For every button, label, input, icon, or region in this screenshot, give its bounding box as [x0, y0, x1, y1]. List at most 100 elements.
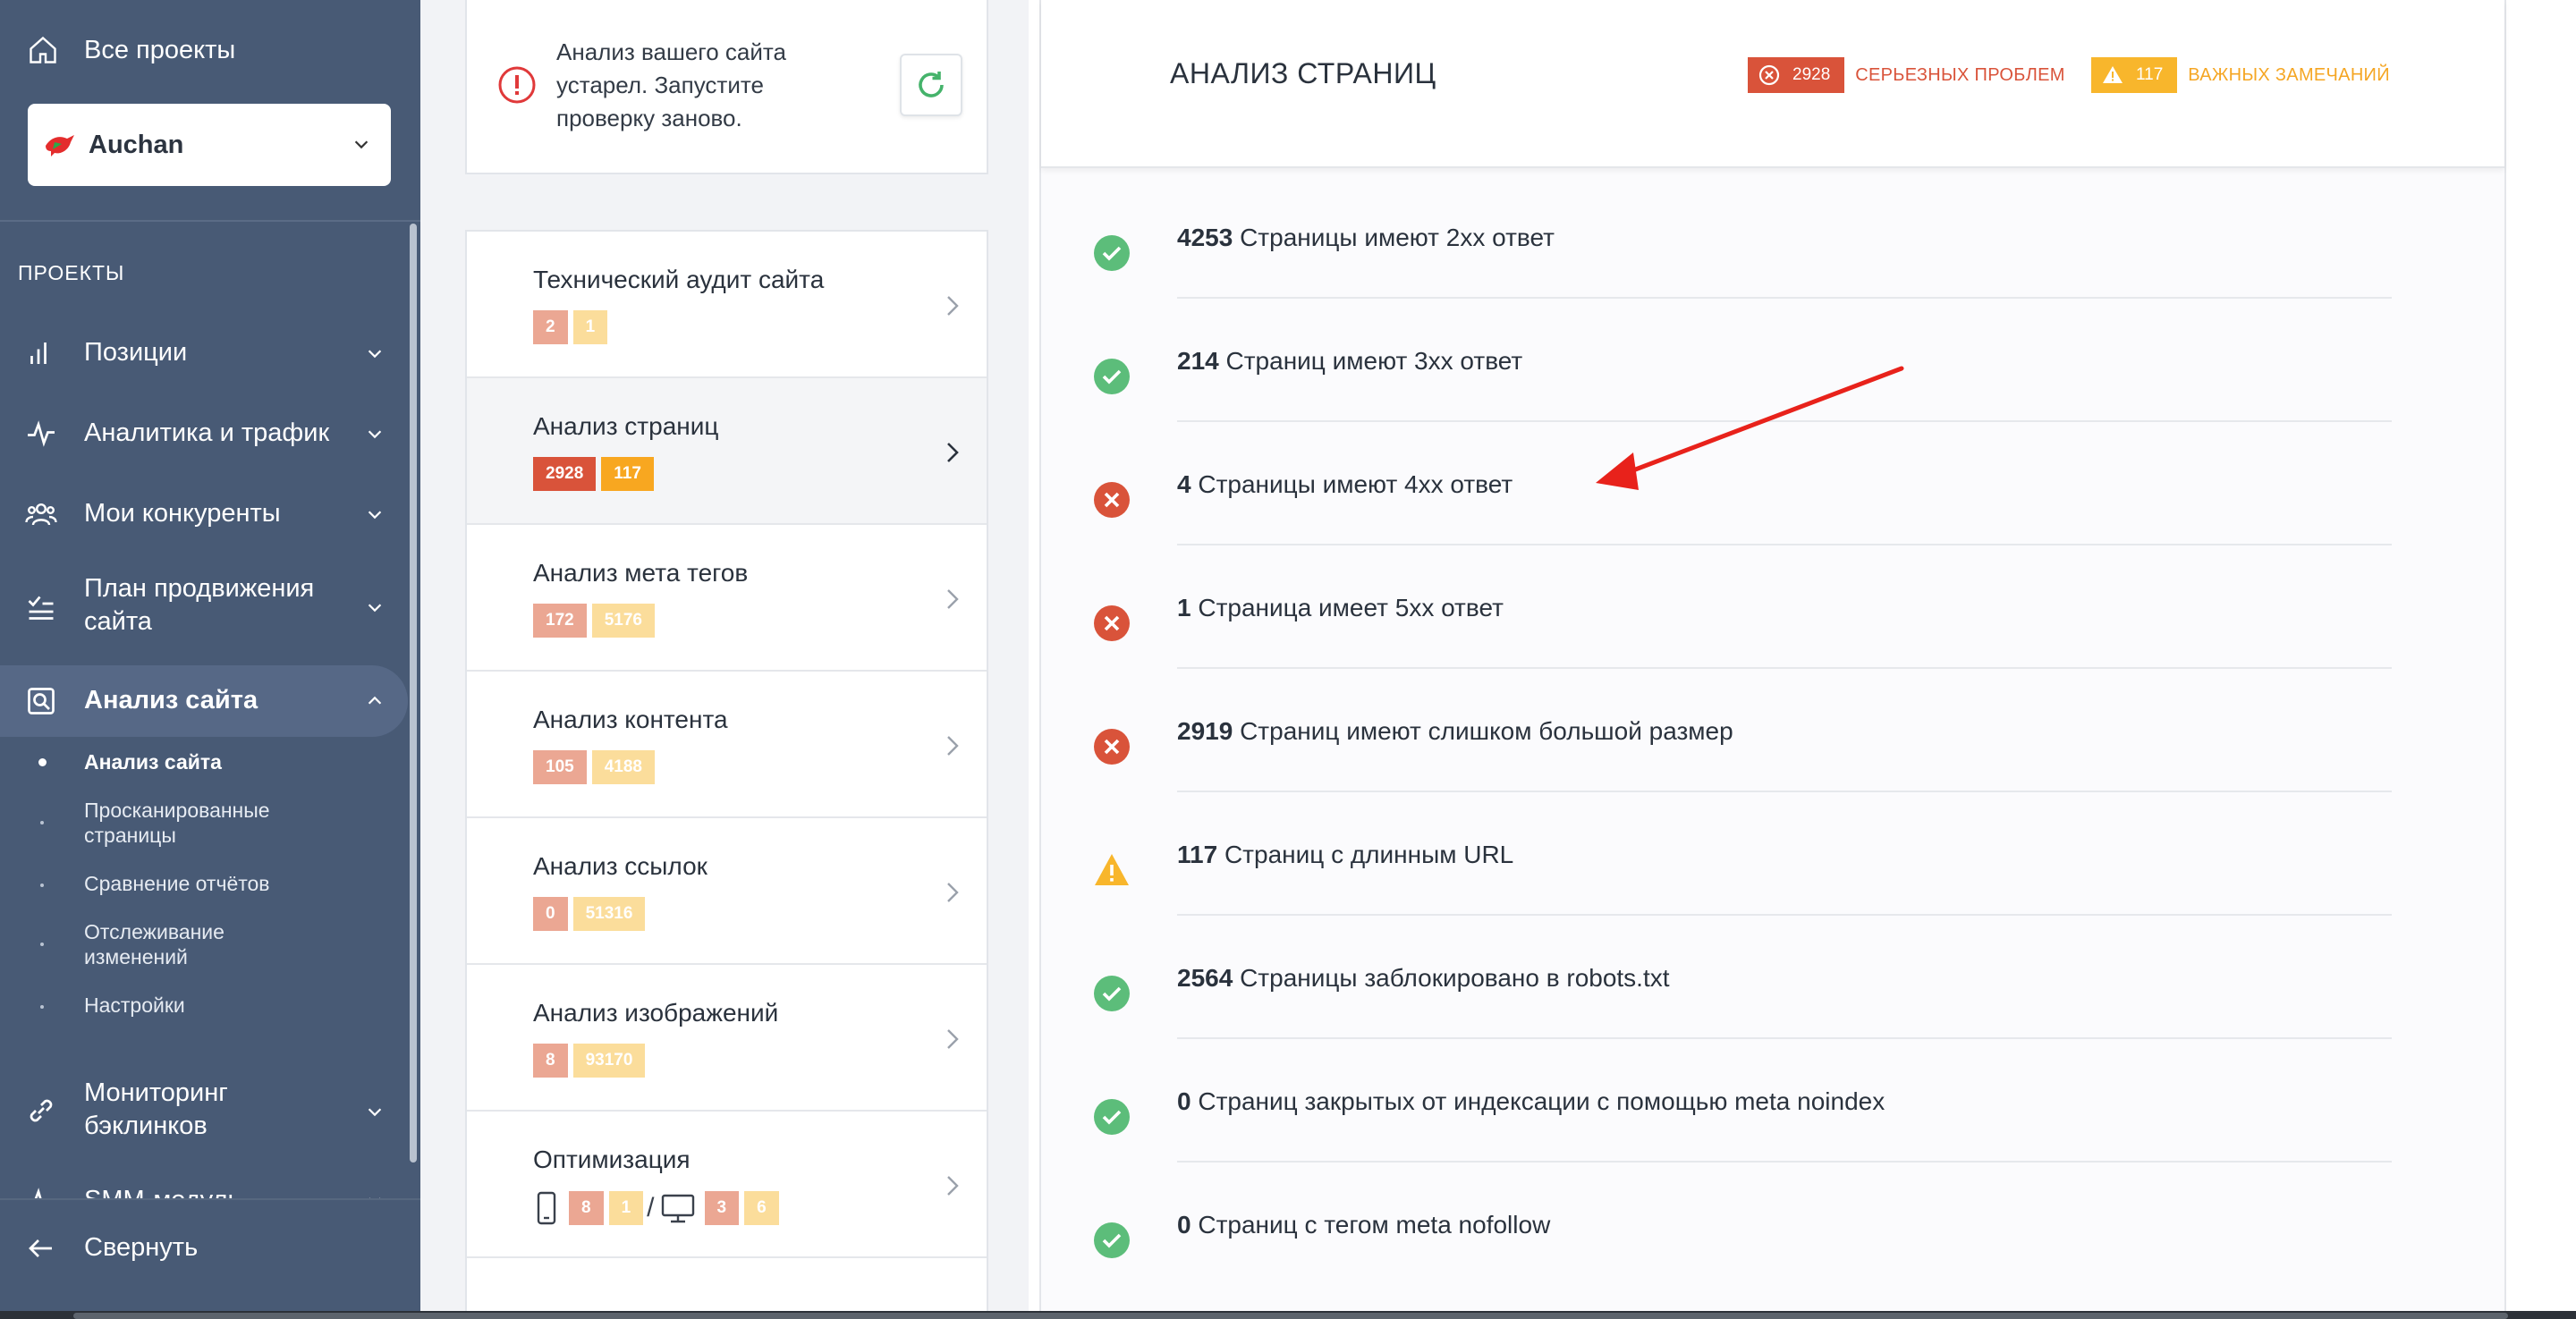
users-icon	[25, 503, 57, 526]
audit-cards: Технический аудит сайта 2 1 Анализ стран…	[465, 230, 988, 1313]
device-separator: /	[647, 1193, 655, 1222]
success-check-icon	[1094, 235, 1130, 271]
scrollbar-thumb[interactable]	[73, 1313, 2508, 1319]
check-label: Страниц имеют слишком большой размер	[1240, 717, 1733, 745]
bullet	[40, 1005, 44, 1009]
nav-item-site-analysis[interactable]: Анализ сайта	[0, 665, 408, 737]
check-row-text: 214 Страниц имеют 3xx ответ	[1177, 347, 1522, 376]
card-title: Технический аудит сайта	[533, 266, 825, 293]
nav-item-analytics[interactable]: Аналитика и трафик	[0, 411, 408, 456]
warning-count-badge: 4188	[591, 750, 655, 784]
check-row-3xx[interactable]: 214 Страниц имеют 3xx ответ	[1041, 347, 2392, 481]
horizontal-scrollbar[interactable]	[0, 1311, 2576, 1319]
bullet	[38, 758, 47, 766]
bullet	[40, 821, 44, 824]
card-content[interactable]: Анализ контента 105 4188	[467, 672, 987, 818]
chevron-right-icon	[947, 296, 959, 316]
check-row-text: 1 Страница имеет 5xx ответ	[1177, 594, 1504, 622]
card-images[interactable]: Анализ изображений 8 93170	[467, 965, 987, 1112]
chevron-down-icon	[354, 140, 369, 149]
check-label: Страниц с длинным URL	[1224, 841, 1514, 868]
warning-count-badge: 5176	[591, 604, 655, 638]
error-count-badge: 2	[533, 310, 568, 344]
card-badges: 8 93170	[533, 1044, 650, 1078]
warning-count-badge: 1	[572, 310, 608, 344]
nav-item-promotion-plan[interactable]: План продвижения сайта	[0, 569, 408, 644]
check-row-noindex[interactable]: 0 Страниц закрытых от индексации с помощ…	[1041, 1087, 2392, 1222]
error-x-icon	[1094, 729, 1130, 765]
check-row-4xx[interactable]: 4 Страницы имеют 4xx ответ	[1041, 470, 2392, 605]
bullet	[40, 943, 44, 946]
card-title: Оптимизация	[533, 1146, 691, 1173]
rerun-analysis-button[interactable]	[900, 54, 962, 116]
pulse-icon	[28, 420, 55, 447]
subnav-label: Настройки	[84, 993, 185, 1017]
alert-circle-icon	[498, 66, 536, 104]
success-check-icon	[1094, 1222, 1130, 1258]
sidebar-header: Все проекты Auchan	[0, 0, 420, 222]
card-next[interactable]	[467, 1258, 987, 1313]
sidebar-scrollbar[interactable]	[410, 224, 417, 1163]
check-count: 117	[1177, 841, 1218, 868]
check-count: 2564	[1177, 964, 1233, 992]
card-meta-tags[interactable]: Анализ мета тегов 172 5176	[467, 525, 987, 672]
important-label: ВАЖНЫХ ЗАМЕЧАНИЙ	[2188, 64, 2390, 85]
bar-chart-icon	[30, 342, 47, 364]
subnav-track-changes[interactable]: Отслеживание изменений	[0, 919, 408, 971]
check-row-text: 4253 Страницы имеют 2xx ответ	[1177, 224, 1555, 252]
sidebar: Все проекты Auchan ПРОЕКТЫ Позиции Анали…	[0, 0, 420, 1311]
card-badges: 105 4188	[533, 750, 660, 784]
error-count-badge: 2928	[533, 457, 597, 491]
check-count: 0	[1177, 1211, 1191, 1239]
nav-item-label: Позиции	[84, 338, 188, 367]
error-count-badge: 172	[533, 604, 587, 638]
chevron-right-icon	[947, 736, 959, 756]
subnav-compare-reports[interactable]: Сравнение отчётов	[0, 871, 408, 898]
outdated-analysis-alert: Анализ вашего сайта устарел. Запустите п…	[465, 0, 988, 174]
chevron-up-icon	[368, 696, 382, 705]
card-title: Анализ страниц	[533, 412, 719, 440]
check-row-text: 0 Страниц закрытых от индексации с помощ…	[1177, 1087, 1885, 1116]
collapse-sidebar-button[interactable]: Свернуть	[0, 1222, 408, 1275]
panel-title: АНАЛИЗ СТРАНИЦ	[1170, 57, 1436, 89]
card-badges: 172 5176	[533, 604, 660, 638]
card-technical-audit[interactable]: Технический аудит сайта 2 1	[467, 232, 987, 378]
check-row-large-pages[interactable]: 2919 Страниц имеют слишком большой разме…	[1041, 717, 2392, 851]
panel-header: АНАЛИЗ СТРАНИЦ 2928 СЕРЬЕЗНЫХ ПРОБЛЕМ 11…	[1041, 0, 2504, 168]
serious-problems-summary[interactable]: 2928 СЕРЬЕЗНЫХ ПРОБЛЕМ	[1748, 57, 2065, 93]
card-badges: 0 51316	[533, 897, 650, 931]
nav-item-label: Анализ сайта	[84, 686, 258, 714]
check-label: Страниц с тегом meta nofollow	[1198, 1211, 1551, 1239]
check-row-nofollow[interactable]: 0 Страниц с тегом meta nofollow	[1041, 1211, 2392, 1311]
chevron-down-icon	[368, 1108, 382, 1117]
mobile-warning-badge: 1	[608, 1191, 644, 1225]
nav-item-positions[interactable]: Позиции	[0, 331, 408, 376]
check-label: Страниц закрытых от индексации с помощью…	[1198, 1087, 1885, 1115]
card-page-analysis[interactable]: Анализ страниц 2928 117	[467, 378, 987, 525]
link-icon	[30, 1099, 53, 1122]
row-divider	[1177, 297, 2392, 299]
alert-text: Анализ вашего сайта устарел. Запустите п…	[556, 38, 786, 131]
important-remarks-summary[interactable]: 117 ВАЖНЫХ ЗАМЕЧАНИЙ	[2091, 57, 2390, 93]
nav-item-competitors[interactable]: Мои конкуренты	[0, 492, 408, 537]
row-divider	[1177, 791, 2392, 792]
check-row-5xx[interactable]: 1 Страница имеет 5xx ответ	[1041, 594, 2392, 728]
subnav-settings[interactable]: Настройки	[0, 993, 408, 1019]
warning-count-badge: 93170	[572, 1044, 646, 1078]
card-badges: 2928 117	[533, 457, 659, 491]
check-row-2xx[interactable]: 4253 Страницы имеют 2xx ответ	[1041, 224, 2392, 358]
check-row-text: 117 Страниц с длинным URL	[1177, 841, 1513, 869]
subnav-site-analysis[interactable]: Анализ сайта	[0, 749, 408, 776]
check-row-long-url[interactable]: 117 Страниц с длинным URL	[1041, 841, 2392, 975]
success-check-icon	[1094, 1099, 1130, 1135]
project-select[interactable]: Auchan	[28, 104, 391, 186]
card-optimization[interactable]: Оптимизация 8 1 / 3 6	[467, 1112, 987, 1258]
refresh-icon	[919, 72, 944, 97]
card-links[interactable]: Анализ ссылок 0 51316	[467, 818, 987, 965]
nav-item-backlinks[interactable]: Мониторинг бэклинков	[0, 1073, 408, 1148]
check-row-robots[interactable]: 2564 Страницы заблокировано в robots.txt	[1041, 964, 2392, 1098]
nav-item-label: Мониторинг бэклинков	[84, 1078, 228, 1140]
all-projects-link[interactable]: Все проекты	[27, 30, 235, 70]
check-count: 214	[1177, 347, 1219, 375]
subnav-scanned-pages[interactable]: Просканированные страницы	[0, 798, 408, 850]
